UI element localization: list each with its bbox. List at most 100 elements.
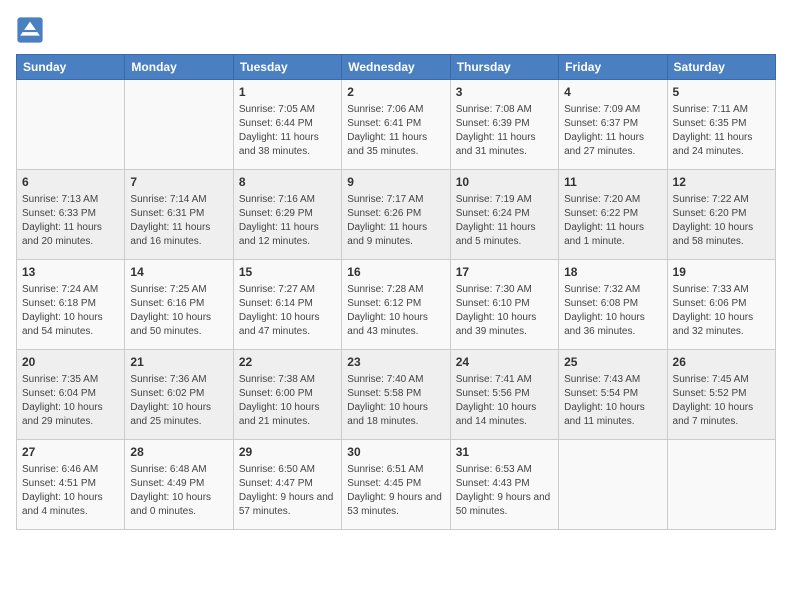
- calendar-cell: 25 Sunrise: 7:43 AM Sunset: 5:54 PM Dayli…: [559, 350, 667, 440]
- day-number: 19: [673, 264, 770, 281]
- day-number: 27: [22, 444, 119, 461]
- day-info: Sunrise: 7:43 AM Sunset: 5:54 PM Dayligh…: [564, 373, 661, 429]
- calendar-cell: [17, 80, 125, 170]
- calendar-cell: 11 Sunrise: 7:20 AM Sunset: 6:22 PM Dayli…: [559, 170, 667, 260]
- day-info: Sunrise: 7:40 AM Sunset: 5:58 PM Dayligh…: [347, 373, 444, 429]
- day-number: 26: [673, 354, 770, 371]
- day-of-week-header: Friday: [559, 55, 667, 80]
- calendar-week-row: 27 Sunrise: 6:46 AM Sunset: 4:51 PM Dayli…: [17, 440, 776, 530]
- day-info: Sunrise: 7:05 AM Sunset: 6:44 PM Dayligh…: [239, 103, 336, 159]
- day-info: Sunrise: 7:33 AM Sunset: 6:06 PM Dayligh…: [673, 283, 770, 339]
- day-of-week-header: Thursday: [450, 55, 558, 80]
- day-info: Sunrise: 7:25 AM Sunset: 6:16 PM Dayligh…: [130, 283, 227, 339]
- day-info: Sunrise: 7:09 AM Sunset: 6:37 PM Dayligh…: [564, 103, 661, 159]
- day-number: 4: [564, 84, 661, 101]
- logo-icon: [16, 16, 44, 44]
- day-number: 25: [564, 354, 661, 371]
- calendar-cell: 6Sunrise: 7:13 AM Sunset: 6:33 PM Daylig…: [17, 170, 125, 260]
- day-number: 30: [347, 444, 444, 461]
- calendar-cell: 20 Sunrise: 7:35 AM Sunset: 6:04 PM Dayli…: [17, 350, 125, 440]
- day-number: 12: [673, 174, 770, 191]
- day-info: Sunrise: 7:41 AM Sunset: 5:56 PM Dayligh…: [456, 373, 553, 429]
- day-number: 9: [347, 174, 444, 191]
- day-number: 2: [347, 84, 444, 101]
- day-info: Sunrise: 6:48 AM Sunset: 4:49 PM Dayligh…: [130, 463, 227, 519]
- day-info: Sunrise: 7:11 AM Sunset: 6:35 PM Dayligh…: [673, 103, 770, 159]
- page-header: [16, 16, 776, 44]
- calendar-week-row: 13 Sunrise: 7:24 AM Sunset: 6:18 PM Dayli…: [17, 260, 776, 350]
- calendar-cell: 13 Sunrise: 7:24 AM Sunset: 6:18 PM Dayli…: [17, 260, 125, 350]
- day-number: 3: [456, 84, 553, 101]
- day-number: 14: [130, 264, 227, 281]
- calendar-cell: 15 Sunrise: 7:27 AM Sunset: 6:14 PM Dayli…: [233, 260, 341, 350]
- day-number: 21: [130, 354, 227, 371]
- day-info: Sunrise: 7:27 AM Sunset: 6:14 PM Dayligh…: [239, 283, 336, 339]
- calendar-cell: 18Sunrise: 7:32 AM Sunset: 6:08 PM Dayli…: [559, 260, 667, 350]
- day-info: Sunrise: 7:06 AM Sunset: 6:41 PM Dayligh…: [347, 103, 444, 159]
- day-number: 22: [239, 354, 336, 371]
- day-number: 10: [456, 174, 553, 191]
- day-of-week-header: Wednesday: [342, 55, 450, 80]
- calendar-cell: 5Sunrise: 7:11 AM Sunset: 6:35 PM Daylig…: [667, 80, 775, 170]
- days-of-week-row: SundayMondayTuesdayWednesdayThursdayFrid…: [17, 55, 776, 80]
- day-info: Sunrise: 6:53 AM Sunset: 4:43 PM Dayligh…: [456, 463, 553, 519]
- calendar-cell: 8 Sunrise: 7:16 AM Sunset: 6:29 PM Daylig…: [233, 170, 341, 260]
- day-info: Sunrise: 7:35 AM Sunset: 6:04 PM Dayligh…: [22, 373, 119, 429]
- day-number: 20: [22, 354, 119, 371]
- day-number: 13: [22, 264, 119, 281]
- calendar-week-row: 20 Sunrise: 7:35 AM Sunset: 6:04 PM Dayli…: [17, 350, 776, 440]
- calendar-cell: 26 Sunrise: 7:45 AM Sunset: 5:52 PM Dayli…: [667, 350, 775, 440]
- day-of-week-header: Sunday: [17, 55, 125, 80]
- calendar-cell: 22 Sunrise: 7:38 AM Sunset: 6:00 PM Dayli…: [233, 350, 341, 440]
- day-info: Sunrise: 7:24 AM Sunset: 6:18 PM Dayligh…: [22, 283, 119, 339]
- calendar-cell: 24Sunrise: 7:41 AM Sunset: 5:56 PM Dayli…: [450, 350, 558, 440]
- day-info: Sunrise: 7:45 AM Sunset: 5:52 PM Dayligh…: [673, 373, 770, 429]
- day-number: 23: [347, 354, 444, 371]
- calendar-cell: 30 Sunrise: 6:51 AM Sunset: 4:45 PM Dayli…: [342, 440, 450, 530]
- calendar-cell: 1 Sunrise: 7:05 AM Sunset: 6:44 PM Daylig…: [233, 80, 341, 170]
- calendar-cell: 31 Sunrise: 6:53 AM Sunset: 4:43 PM Dayli…: [450, 440, 558, 530]
- day-info: Sunrise: 6:51 AM Sunset: 4:45 PM Dayligh…: [347, 463, 444, 519]
- calendar-cell: 7Sunrise: 7:14 AM Sunset: 6:31 PM Daylig…: [125, 170, 233, 260]
- calendar-cell: 21 Sunrise: 7:36 AM Sunset: 6:02 PM Dayli…: [125, 350, 233, 440]
- day-of-week-header: Tuesday: [233, 55, 341, 80]
- day-info: Sunrise: 7:36 AM Sunset: 6:02 PM Dayligh…: [130, 373, 227, 429]
- day-number: 8: [239, 174, 336, 191]
- day-info: Sunrise: 7:17 AM Sunset: 6:26 PM Dayligh…: [347, 193, 444, 249]
- calendar-cell: 3Sunrise: 7:08 AM Sunset: 6:39 PM Daylig…: [450, 80, 558, 170]
- day-number: 16: [347, 264, 444, 281]
- day-info: Sunrise: 7:30 AM Sunset: 6:10 PM Dayligh…: [456, 283, 553, 339]
- calendar-cell: 4 Sunrise: 7:09 AM Sunset: 6:37 PM Daylig…: [559, 80, 667, 170]
- calendar-week-row: 1 Sunrise: 7:05 AM Sunset: 6:44 PM Daylig…: [17, 80, 776, 170]
- calendar-cell: 9 Sunrise: 7:17 AM Sunset: 6:26 PM Daylig…: [342, 170, 450, 260]
- day-number: 11: [564, 174, 661, 191]
- calendar-cell: 29Sunrise: 6:50 AM Sunset: 4:47 PM Dayli…: [233, 440, 341, 530]
- calendar-cell: 10 Sunrise: 7:19 AM Sunset: 6:24 PM Dayli…: [450, 170, 558, 260]
- day-info: Sunrise: 6:46 AM Sunset: 4:51 PM Dayligh…: [22, 463, 119, 519]
- day-info: Sunrise: 7:22 AM Sunset: 6:20 PM Dayligh…: [673, 193, 770, 249]
- calendar-cell: 12 Sunrise: 7:22 AM Sunset: 6:20 PM Dayli…: [667, 170, 775, 260]
- calendar-cell: 23 Sunrise: 7:40 AM Sunset: 5:58 PM Dayli…: [342, 350, 450, 440]
- day-info: Sunrise: 7:19 AM Sunset: 6:24 PM Dayligh…: [456, 193, 553, 249]
- day-info: Sunrise: 7:28 AM Sunset: 6:12 PM Dayligh…: [347, 283, 444, 339]
- day-number: 1: [239, 84, 336, 101]
- calendar-cell: [559, 440, 667, 530]
- calendar-cell: 27 Sunrise: 6:46 AM Sunset: 4:51 PM Dayli…: [17, 440, 125, 530]
- day-number: 29: [239, 444, 336, 461]
- day-number: 18: [564, 264, 661, 281]
- day-of-week-header: Saturday: [667, 55, 775, 80]
- day-number: 15: [239, 264, 336, 281]
- day-info: Sunrise: 7:13 AM Sunset: 6:33 PM Dayligh…: [22, 193, 119, 249]
- calendar-week-row: 6Sunrise: 7:13 AM Sunset: 6:33 PM Daylig…: [17, 170, 776, 260]
- day-number: 31: [456, 444, 553, 461]
- day-info: Sunrise: 7:38 AM Sunset: 6:00 PM Dayligh…: [239, 373, 336, 429]
- day-of-week-header: Monday: [125, 55, 233, 80]
- day-info: Sunrise: 7:14 AM Sunset: 6:31 PM Dayligh…: [130, 193, 227, 249]
- calendar-cell: 14 Sunrise: 7:25 AM Sunset: 6:16 PM Dayli…: [125, 260, 233, 350]
- calendar-cell: 19 Sunrise: 7:33 AM Sunset: 6:06 PM Dayli…: [667, 260, 775, 350]
- calendar-cell: 2 Sunrise: 7:06 AM Sunset: 6:41 PM Daylig…: [342, 80, 450, 170]
- day-number: 28: [130, 444, 227, 461]
- day-info: Sunrise: 7:20 AM Sunset: 6:22 PM Dayligh…: [564, 193, 661, 249]
- calendar-cell: 17Sunrise: 7:30 AM Sunset: 6:10 PM Dayli…: [450, 260, 558, 350]
- day-info: Sunrise: 7:16 AM Sunset: 6:29 PM Dayligh…: [239, 193, 336, 249]
